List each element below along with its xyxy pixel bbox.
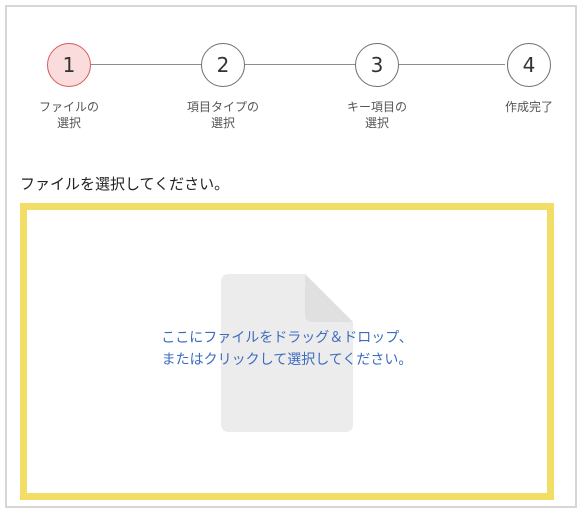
step-connector bbox=[399, 64, 505, 65]
step-1-number: 1 bbox=[62, 53, 76, 77]
step-4-circle: 4 bbox=[507, 43, 551, 87]
step-3-label: キー項目の 選択 bbox=[346, 100, 407, 130]
step-2-circle: 2 bbox=[201, 43, 245, 87]
drop-instructions-line-1: ここにファイルをドラッグ＆ドロップ、 bbox=[161, 330, 413, 346]
step-1-circle: 1 bbox=[47, 43, 91, 87]
file-drop-zone[interactable]: ここにファイルをドラッグ＆ドロップ、 またはクリックして選択してください。 bbox=[20, 203, 554, 500]
drop-instructions-line-2: またはクリックして選択してください。 bbox=[161, 352, 413, 368]
step-connector bbox=[245, 64, 355, 65]
step-2-number: 2 bbox=[216, 53, 230, 77]
step-1-label: ファイルの 選択 bbox=[38, 100, 99, 130]
upload-wizard-panel: 1 2 3 4 ファイルの 選択 項目タイプの 選択 キー項目の 選択 作成完了… bbox=[5, 5, 577, 508]
step-2-label: 項目タイプの 選択 bbox=[186, 100, 259, 130]
step-4-number: 4 bbox=[522, 53, 536, 77]
step-indicator: 1 2 3 4 ファイルの 選択 項目タイプの 選択 キー項目の 選択 作成完了 bbox=[7, 7, 579, 157]
drop-instructions: ここにファイルをドラッグ＆ドロップ、 またはクリックして選択してください。 bbox=[27, 327, 547, 371]
step-connector bbox=[91, 64, 201, 65]
step-4-label: 作成完了 bbox=[504, 100, 553, 114]
instruction-text: ファイルを選択してください。 bbox=[20, 175, 230, 193]
step-3-circle: 3 bbox=[355, 43, 399, 87]
step-3-number: 3 bbox=[370, 53, 384, 77]
